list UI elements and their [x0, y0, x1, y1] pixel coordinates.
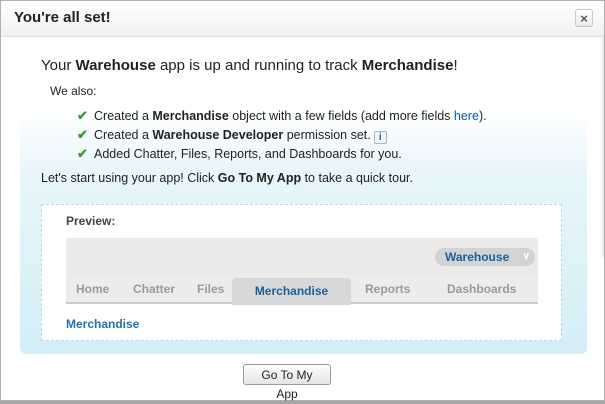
checklist-item: ✔ Created a Warehouse Developer permissio… — [77, 125, 487, 144]
go-to-my-app-button[interactable]: Go To My App — [243, 364, 331, 401]
dialog-edge — [600, 37, 604, 257]
tab-dashboards: Dashboards — [447, 282, 517, 296]
tab-home: Home — [76, 282, 110, 296]
chevron-down-icon: ∨ — [522, 251, 530, 262]
dialog-title: You're all set! — [14, 9, 111, 26]
preview-label: Preview: — [66, 214, 116, 228]
object-name: Merchandise — [361, 57, 454, 74]
checklist-item: ✔ Added Chatter, Files, Reports, and Dash… — [77, 146, 402, 161]
checkmark-icon: ✔ — [77, 146, 88, 161]
tab-merchandise: Merchandise — [232, 278, 351, 305]
checklist-item: ✔ Created a Merchandise object with a few… — [77, 108, 487, 123]
close-button[interactable]: × — [575, 9, 593, 27]
tab-reports: Reports — [365, 282, 411, 296]
instructions-text: Let's start using your app! Click Go To … — [41, 171, 413, 185]
dialog-titlebar: You're all set! × — [1, 1, 604, 37]
checkmark-icon: ✔ — [77, 108, 88, 123]
app-selector: Warehouse ∨ — [435, 248, 535, 266]
we-also-label: We also: — [50, 84, 97, 98]
app-name: Warehouse — [75, 57, 156, 74]
tab-files: Files — [197, 282, 225, 296]
add-fields-link[interactable]: here — [454, 109, 479, 123]
info-icon[interactable]: i — [373, 131, 387, 144]
headline: Your Warehouse app is up and running to … — [41, 57, 458, 74]
tab-chatter: Chatter — [133, 282, 176, 296]
close-icon: × — [580, 11, 588, 26]
preview-page-title: Merchandise — [66, 317, 140, 331]
checklist: ✔ Created a Merchandise object with a few… — [77, 106, 487, 163]
checkmark-icon: ✔ — [77, 127, 88, 142]
